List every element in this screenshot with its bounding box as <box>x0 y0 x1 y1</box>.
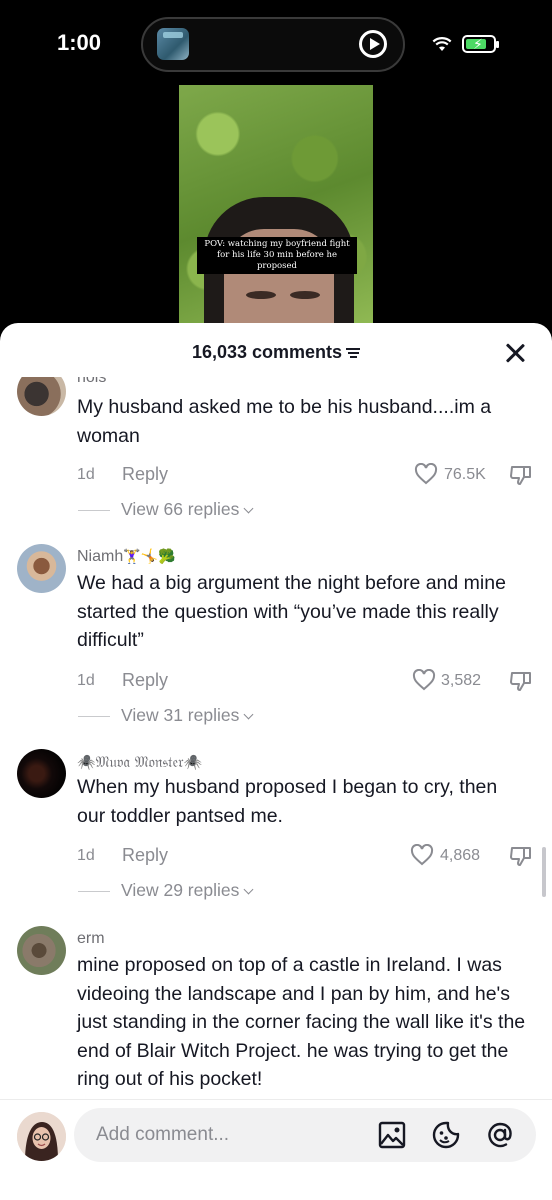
comments-sheet: 16,033 comments nols My husband asked me… <box>0 323 552 1200</box>
avatar[interactable] <box>17 926 66 975</box>
image-icon[interactable] <box>378 1121 406 1149</box>
comment-username[interactable]: Niamh🏋️‍♀️🤸🥦 <box>77 548 176 566</box>
emoji-icon[interactable] <box>432 1121 460 1149</box>
comment-composer <box>0 1099 552 1200</box>
view-replies-button[interactable]: View 31 replies <box>78 705 378 729</box>
reply-button[interactable]: Reply <box>122 845 168 866</box>
comment-input-box[interactable] <box>74 1108 536 1162</box>
scrollbar[interactable] <box>542 847 546 897</box>
username-emoji: 🏋️‍♀️🤸🥦 <box>123 548 176 564</box>
like-count: 4,868 <box>440 847 481 864</box>
mention-icon[interactable] <box>486 1121 514 1149</box>
dynamic-island[interactable] <box>141 17 405 72</box>
like-count: 76.5K <box>444 466 486 483</box>
comment-text: When my husband proposed I began to cry,… <box>77 776 498 827</box>
heart-icon[interactable] <box>412 669 436 691</box>
avatar[interactable] <box>17 749 66 798</box>
close-icon[interactable] <box>504 342 526 364</box>
comment-actions: 1d Reply 4,868 <box>77 844 532 870</box>
heart-icon[interactable] <box>410 844 434 866</box>
comment-actions: 1d Reply 3,582 <box>77 669 532 695</box>
reply-button[interactable]: Reply <box>122 464 168 485</box>
username-text: Niamh <box>77 548 124 565</box>
comment-text: mine proposed on top of a castle in Irel… <box>77 954 526 1090</box>
now-playing-app-icon <box>157 28 189 60</box>
comments-count: 16,033 comments <box>191 342 343 362</box>
dislike-icon[interactable] <box>509 845 532 867</box>
comment-text: My husband asked me to be his husband...… <box>77 396 492 447</box>
play-icon[interactable] <box>359 30 387 58</box>
comment-username[interactable]: nols <box>77 377 106 383</box>
comment-date: 1d <box>77 847 95 864</box>
view-replies-button[interactable]: View 66 replies <box>78 499 378 523</box>
view-replies-label: View 66 replies <box>121 499 240 519</box>
wifi-icon <box>432 37 452 51</box>
view-replies-label: View 29 replies <box>121 880 240 900</box>
filter-icon[interactable] <box>346 347 361 359</box>
comments-header: 16,033 comments <box>0 323 552 377</box>
avatar[interactable] <box>17 377 66 416</box>
comment-username[interactable]: 🕷️𝔐𝔲𝔳𝔞 𝔐𝔬𝔫𝔰𝔱𝔢𝔯🕷️ <box>77 753 202 771</box>
view-replies-label: View 31 replies <box>121 705 240 725</box>
video-caption: POV: watching my boyfriend fight for his… <box>197 237 357 274</box>
status-time: 1:00 <box>57 30 102 55</box>
battery-icon: ⚡ <box>462 35 499 53</box>
comment-date: 1d <box>77 672 95 689</box>
comment-text: We had a big argument the night before a… <box>77 572 506 651</box>
chevron-down-icon <box>243 503 254 514</box>
comment-date: 1d <box>77 466 95 483</box>
dislike-icon[interactable] <box>509 464 532 486</box>
heart-icon[interactable] <box>414 463 438 485</box>
video-preview[interactable]: POV: watching my boyfriend fight for his… <box>179 85 373 330</box>
comment-input[interactable] <box>96 1108 356 1162</box>
dislike-icon[interactable] <box>509 670 532 692</box>
comments-count-row[interactable]: 16,033 comments <box>0 342 552 363</box>
comment-actions: 1d Reply 76.5K <box>77 463 532 489</box>
comment-username[interactable]: erm <box>77 930 105 948</box>
avatar[interactable] <box>17 544 66 593</box>
comments-list[interactable]: nols My husband asked me to be his husba… <box>0 377 552 1099</box>
view-replies-button[interactable]: View 29 replies <box>78 880 378 904</box>
chevron-down-icon <box>243 884 254 895</box>
like-count: 3,582 <box>441 672 482 689</box>
chevron-down-icon <box>243 709 254 720</box>
reply-button[interactable]: Reply <box>122 670 168 691</box>
my-avatar[interactable] <box>17 1112 66 1161</box>
